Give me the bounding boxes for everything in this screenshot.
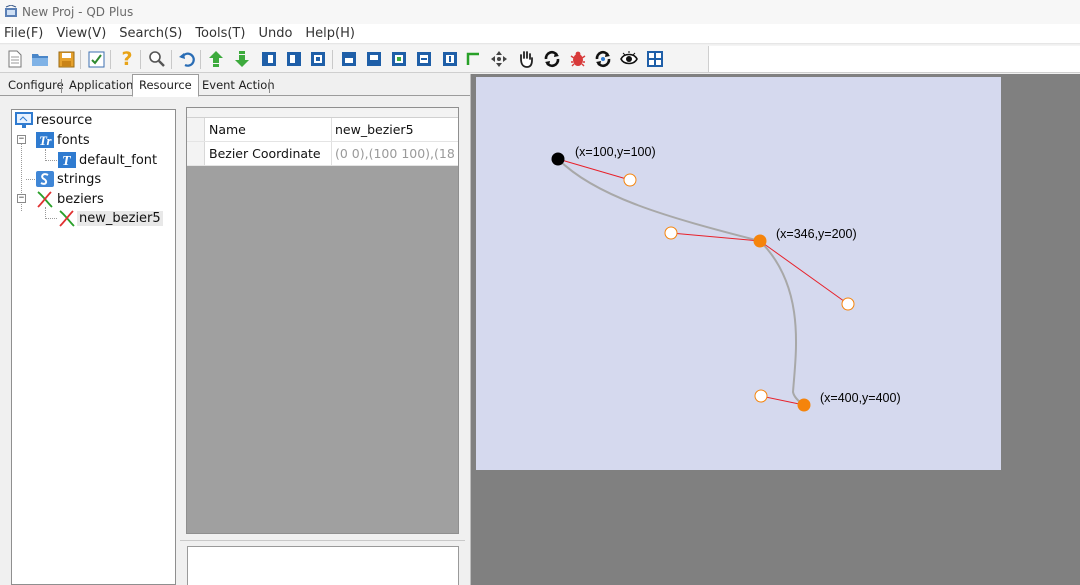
preview-eye-icon[interactable] [620,50,638,68]
tree-collapse-fonts[interactable]: − [17,135,26,144]
tree-label-resource: resource [36,112,93,128]
tab-resource[interactable]: Resource [132,74,199,97]
menu-search[interactable]: Search(S) [119,26,182,41]
control-handle-4[interactable] [754,389,768,403]
tree-node-beziers[interactable]: beziers [35,190,106,208]
sync-icon[interactable] [594,50,612,68]
anchor-label-2: (x=346,y=200) [776,227,857,241]
control-handle-3[interactable] [841,297,855,311]
app-logo-icon [5,5,17,17]
align-top-icon[interactable] [340,50,358,68]
left-panel: Configure Application Resource Event Act… [0,74,470,585]
menu-file[interactable]: File(F) [4,26,43,41]
tab-configure[interactable]: Configure [2,77,70,96]
property-grid-header [187,108,458,118]
align-middle-icon[interactable] [390,50,408,68]
menu-help[interactable]: Help(H) [305,26,355,41]
property-grid: Name new_bezier5 Bezier Coordinate (0 0)… [186,107,459,534]
bezier-icon [37,191,53,208]
control-handle-1[interactable] [623,173,637,187]
anchor-label-3: (x=400,y=400) [820,391,901,405]
description-panel [180,540,465,585]
refresh-icon[interactable] [543,50,561,68]
align-left-icon[interactable] [260,50,278,68]
tree-node-resource[interactable]: resource [14,111,94,129]
property-key-name: Name [209,122,246,137]
open-folder-icon[interactable] [31,50,49,68]
checklist-icon[interactable] [87,50,105,68]
control-handle-2[interactable] [664,226,678,240]
tree-label-beziers: beziers [57,191,104,207]
tree-node-new-bezier[interactable]: new_bezier5 [57,209,163,227]
tree-node-fonts[interactable]: Tr fonts [35,131,92,149]
save-icon[interactable] [57,50,75,68]
toolbar-right-field [708,46,1080,72]
svg-text:Tr: Tr [39,133,52,148]
title-bar: New Proj - QD Plus [0,0,1080,24]
tab-application[interactable]: Application [63,77,139,96]
move-up-icon[interactable] [207,50,225,68]
grid-icon[interactable] [646,50,664,68]
menu-undo[interactable]: Undo [258,26,292,41]
tree-node-strings[interactable]: strings [35,170,103,188]
font-icon: Tr [36,132,54,148]
handle-line-3 [759,240,849,305]
anchor-point-start[interactable] [551,152,565,166]
tree-node-default-font[interactable]: T default_font [57,151,159,169]
tab-event-action[interactable]: Event Action [196,77,281,96]
distribute-horizontal-icon[interactable] [415,50,433,68]
align-center-icon[interactable] [309,50,327,68]
property-row-name[interactable]: Name new_bezier5 [187,118,458,142]
anchor-point-end[interactable] [797,398,811,412]
zoom-icon[interactable] [148,50,166,68]
align-right-icon[interactable] [285,50,303,68]
resource-tree: resource − Tr fonts T default_font strin… [11,109,176,585]
anchor-point-2[interactable] [753,234,767,248]
pan-hand-icon[interactable] [517,50,535,68]
property-row-bezier-coordinate[interactable]: Bezier Coordinate (0 0),(100 100),(18... [187,142,458,166]
tree-label-fonts: fonts [57,132,90,148]
anchor-label-1: (x=100,y=100) [575,145,656,159]
toolbar: ? [0,45,1080,73]
align-bottom-icon[interactable] [365,50,383,68]
help-icon[interactable]: ? [118,50,136,69]
property-value-bezier-coordinate[interactable]: (0 0),(100 100),(18... [335,146,455,161]
tab-strip: Configure Application Resource Event Act… [0,74,470,97]
new-file-icon[interactable] [6,50,24,68]
window-title: New Proj - QD Plus [22,5,134,19]
description-box [187,546,459,585]
move-down-icon[interactable] [233,50,251,68]
strings-icon [36,171,54,187]
move-icon[interactable] [490,50,508,68]
svg-text:T: T [62,154,72,169]
corner-icon[interactable] [464,50,482,68]
bezier-curve [557,158,805,406]
tree-label-new-bezier: new_bezier5 [77,210,163,226]
undo-arrow-icon[interactable] [178,50,196,68]
tree-label-default-font: default_font [79,152,158,168]
property-key-bezier-coordinate: Bezier Coordinate [209,146,321,161]
menu-view[interactable]: View(V) [56,26,106,41]
menu-tools[interactable]: Tools(T) [195,26,245,41]
tree-label-strings: strings [57,171,102,187]
tree-collapse-beziers[interactable]: − [17,194,26,203]
monitor-icon [15,112,33,128]
debug-bug-icon[interactable] [569,50,587,68]
distribute-vertical-icon[interactable] [441,50,459,68]
menu-bar: File(F) View(V) Search(S) Tools(T) Undo … [0,24,1080,44]
font-t-icon: T [58,152,76,169]
canvas-area: (x=100,y=100) (x=346,y=200) (x=400,y=400… [470,74,1080,585]
bezier-canvas[interactable]: (x=100,y=100) (x=346,y=200) (x=400,y=400… [476,77,1001,470]
bezier-curve-icon [59,210,75,227]
property-value-name[interactable]: new_bezier5 [335,122,455,137]
